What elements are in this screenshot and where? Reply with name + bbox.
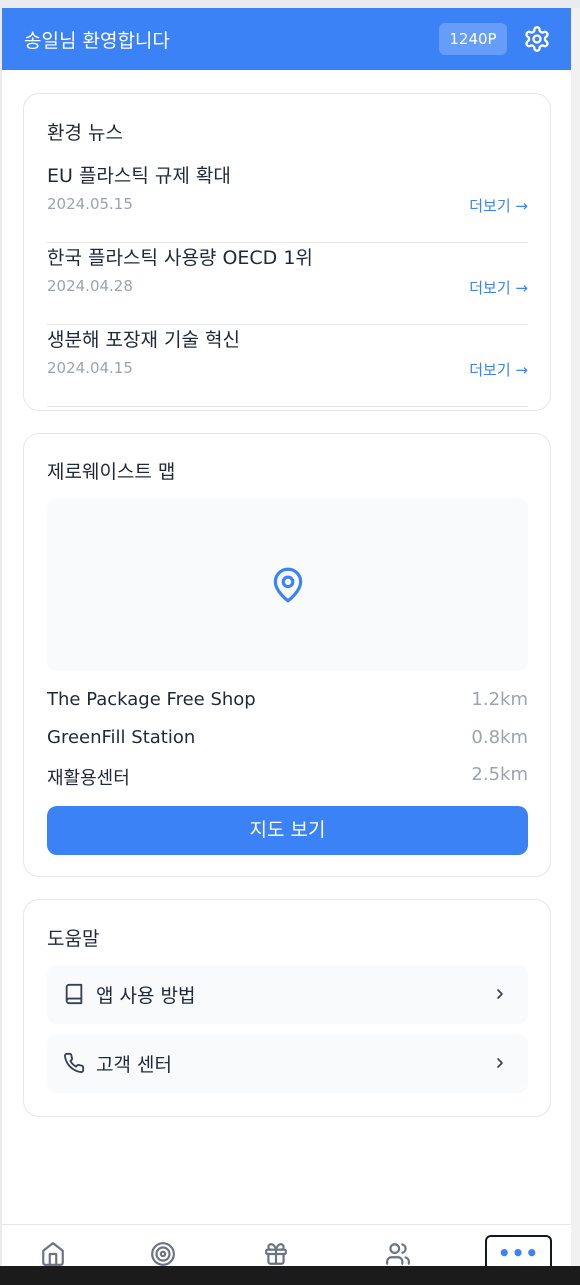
place-row[interactable]: GreenFill Station 0.8km [47,727,528,755]
news-item[interactable]: EU 플라스틱 규제 확대 2024.05.15 더보기 → [47,161,528,243]
map-title: 제로웨이스트 맵 [47,461,176,483]
gear-icon[interactable] [523,25,551,53]
place-distance: 1.2km [471,689,528,710]
help-card: 도움말 앱 사용 방법 고객 센터 [23,899,551,1117]
place-row[interactable]: 재활용센터 2.5km [47,764,528,792]
place-name: The Package Free Shop [47,689,256,710]
home-icon [42,1242,64,1266]
view-map-button[interactable]: 지도 보기 [47,806,528,855]
news-title: 환경 뉴스 [47,122,123,144]
chevron-right-icon [497,989,503,999]
help-item-customer-center[interactable]: 고객 센터 [47,1034,528,1093]
zero-waste-map-card: 제로웨이스트 맵 The Package Free Shop 1.2km Gre… [23,433,551,877]
app-screen: 송일님 환영합니다 1240P 환경 뉴스 EU 플라스틱 규제 확대 2024… [2,8,571,1285]
place-row[interactable]: The Package Free Shop 1.2km [47,689,528,717]
map-preview[interactable] [47,498,528,671]
map-pin-icon [273,567,303,603]
welcome-title: 송일님 환영합니다 [24,30,170,52]
help-title: 도움말 [47,928,100,950]
news-card: 환경 뉴스 EU 플라스틱 규제 확대 2024.05.15 더보기 → 한국 … [23,93,551,411]
news-more-link[interactable]: 더보기 → [469,195,528,216]
news-headline: 한국 플라스틱 사용량 OECD 1위 [47,247,313,269]
phone-icon [64,1052,85,1074]
target-icon [151,1242,175,1266]
news-date: 2024.05.15 [47,195,133,213]
help-item-label: 앱 사용 방법 [96,985,196,1007]
news-more-link[interactable]: 더보기 → [469,277,528,298]
news-headline: EU 플라스틱 규제 확대 [47,165,231,187]
help-item-label: 고객 센터 [96,1054,172,1076]
news-more-link[interactable]: 더보기 → [469,359,528,380]
place-name: 재활용센터 [47,768,130,789]
news-date: 2024.04.28 [47,277,133,295]
book-icon [65,983,83,1005]
page: 송일님 환영합니다 1240P 환경 뉴스 EU 플라스틱 규제 확대 2024… [0,0,580,1285]
place-name: GreenFill Station [47,727,196,748]
top-header: 송일님 환영합니다 1240P [2,8,571,70]
scrollbar[interactable] [571,8,580,1266]
more-icon: ••• [497,1241,540,1265]
os-taskbar [0,1266,580,1285]
place-distance: 2.5km [471,764,528,785]
users-icon [386,1243,410,1265]
points-badge[interactable]: 1240P [439,23,507,55]
place-distance: 0.8km [471,727,528,748]
help-item-app-guide[interactable]: 앱 사용 방법 [47,965,528,1024]
news-headline: 생분해 포장재 기술 혁신 [47,329,240,351]
news-item[interactable]: 생분해 포장재 기술 혁신 2024.04.15 더보기 → [47,325,528,407]
news-item[interactable]: 한국 플라스틱 사용량 OECD 1위 2024.04.28 더보기 → [47,243,528,325]
chevron-right-icon [497,1058,503,1068]
gift-icon [265,1243,287,1265]
news-date: 2024.04.15 [47,359,133,377]
